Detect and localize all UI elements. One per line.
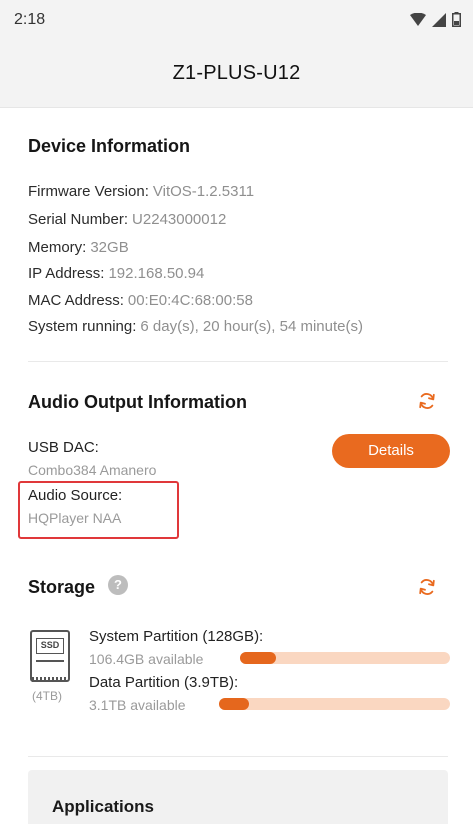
ssd-label: SSD (36, 638, 64, 654)
wifi-icon (410, 12, 426, 26)
details-button[interactable]: Details (332, 434, 450, 468)
divider (28, 361, 448, 362)
status-icons (410, 12, 461, 27)
firmware-label: Firmware Version: (28, 183, 149, 200)
page-title: Z1-PLUS-U12 (172, 62, 301, 84)
ip-row: IP Address: 192.168.50.94 (28, 265, 204, 282)
app-bar: Z1-PLUS-U12 (0, 42, 473, 108)
ip-value: 192.168.50.94 (108, 265, 205, 282)
ssd-drive-icon: SSD (30, 630, 70, 682)
signal-icon (432, 12, 446, 27)
refresh-icon[interactable] (417, 391, 437, 411)
firmware-value: VitOS-1.2.5311 (152, 183, 255, 200)
firmware-row: Firmware Version: VitOS-1.2.5311 (28, 183, 254, 200)
mac-value: 00:E0:4C:68:00:58 (127, 292, 253, 309)
uptime-row: System running: 6 day(s), 20 hour(s), 54 … (28, 318, 363, 335)
uptime-label: System running: (28, 318, 137, 335)
divider (28, 756, 448, 757)
system-partition-label: System Partition (128GB): (89, 628, 264, 645)
applications-title: Applications (52, 797, 155, 816)
mac-label: MAC Address: (28, 292, 124, 309)
uptime-value: 6 day(s), 20 hour(s), 54 minute(s) (140, 318, 363, 335)
applications-card[interactable]: Applications (28, 770, 448, 824)
device-info-title: Device Information (28, 136, 191, 156)
status-time: 2:18 (14, 11, 46, 28)
audio-output-title: Audio Output Information (28, 392, 247, 412)
serial-label: Serial Number: (28, 211, 129, 228)
storage-title: Storage (28, 577, 96, 597)
help-icon[interactable]: ? (108, 575, 128, 595)
ssd-capacity: (4TB) (32, 689, 62, 703)
ip-label: IP Address: (28, 265, 105, 282)
usb-dac-value: Combo384 Amanero (28, 462, 157, 478)
mac-row: MAC Address: 00:E0:4C:68:00:58 (28, 292, 253, 309)
serial-value: U2243000012 (132, 211, 227, 228)
memory-value: 32GB (90, 239, 129, 256)
refresh-icon[interactable] (417, 577, 437, 597)
serial-row: Serial Number: U2243000012 (28, 211, 226, 228)
usb-dac-label: USB DAC: (28, 439, 99, 456)
memory-label: Memory: (28, 239, 87, 256)
memory-row: Memory: 32GB (28, 239, 129, 256)
data-partition-label: Data Partition (3.9TB): (89, 674, 239, 691)
system-partition-available: 106.4GB available (89, 651, 204, 667)
data-partition-bar (219, 698, 450, 710)
data-partition-fill (219, 698, 250, 710)
status-bar: 2:18 (0, 0, 473, 42)
battery-icon (452, 12, 461, 27)
audio-source-value: HQPlayer NAA (28, 510, 122, 526)
system-partition-bar (240, 652, 450, 664)
audio-source-label: Audio Source: (28, 487, 123, 504)
data-partition-available: 3.1TB available (89, 697, 186, 713)
system-partition-fill (240, 652, 276, 664)
